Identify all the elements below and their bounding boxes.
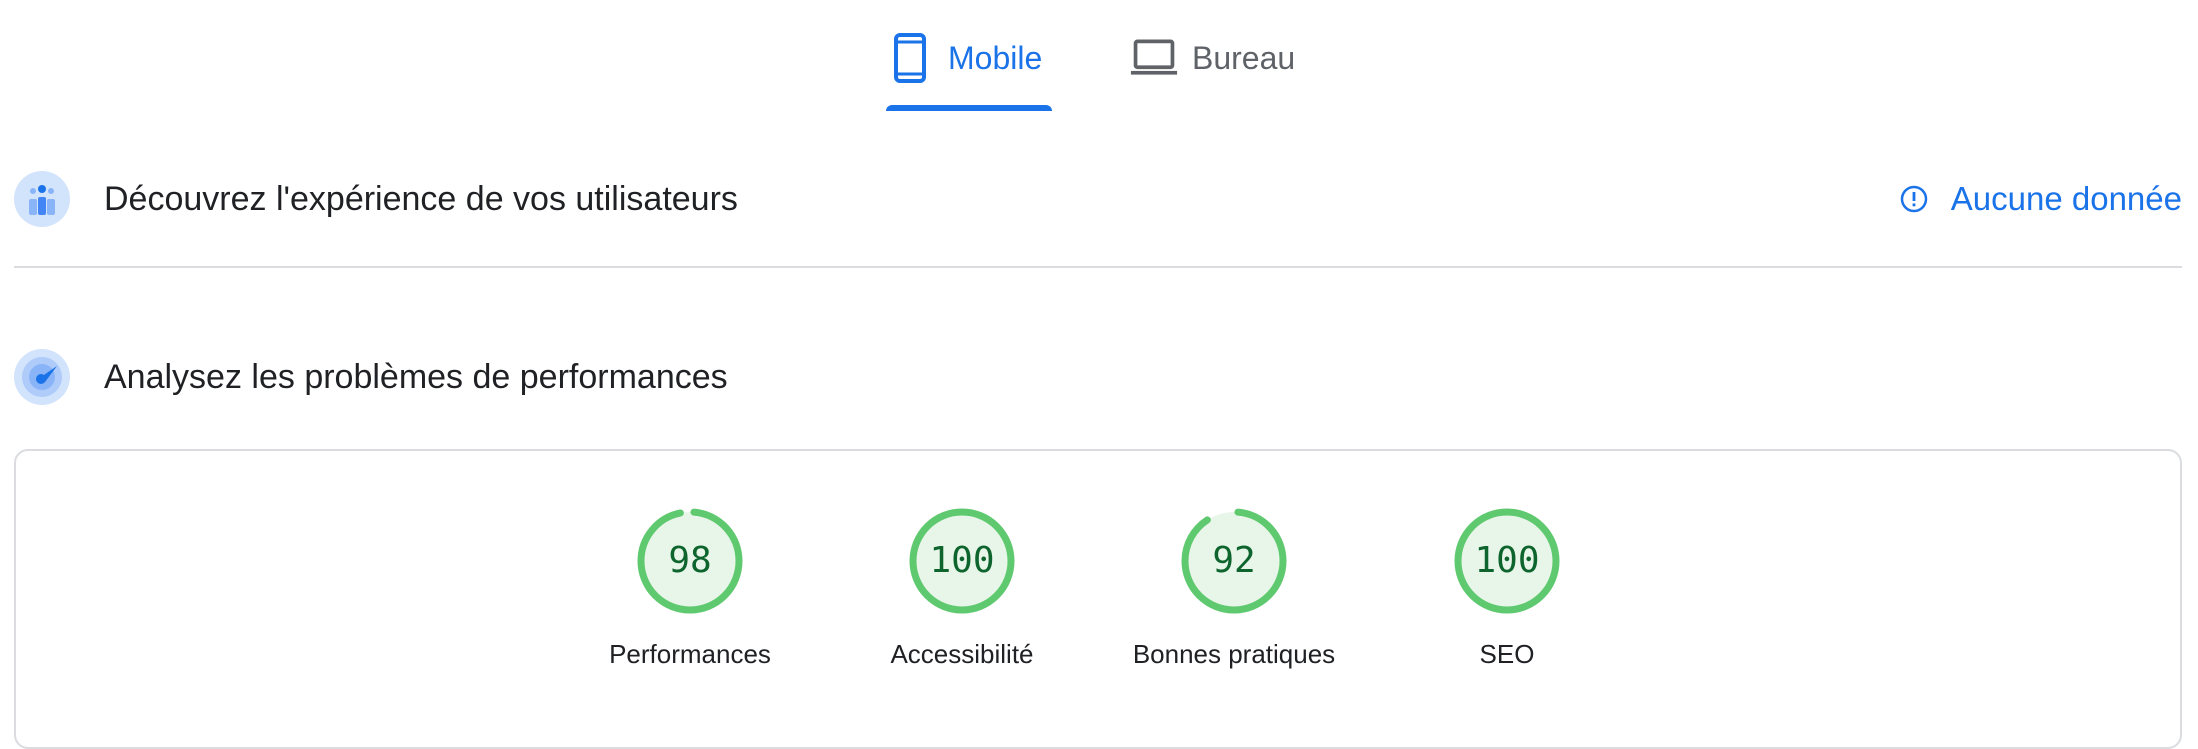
tab-desktop[interactable]: Bureau	[1130, 0, 1320, 112]
no-data-link[interactable]: Aucune donnée	[1899, 169, 2182, 229]
gauge-best-practices[interactable]: 92 Bonnes pratiques	[1124, 505, 1344, 670]
score-ring: 92	[1181, 508, 1287, 614]
laptop-icon	[1130, 32, 1178, 84]
users-chart-icon	[14, 171, 70, 227]
score-ring: 100	[1454, 508, 1560, 614]
section-divider	[14, 266, 2182, 268]
score-label: SEO	[1479, 639, 1535, 669]
no-data-label: Aucune donnée	[1950, 180, 2182, 217]
field-data-title: Découvrez l'expérience de vos utilisateu…	[104, 179, 738, 218]
tab-mobile-label: Mobile	[948, 39, 1043, 76]
speed-gauge-icon	[14, 349, 70, 405]
score-ring: 98	[637, 508, 743, 614]
score-value: 100	[929, 540, 994, 581]
gauge-seo[interactable]: 100 SEO	[1397, 505, 1617, 670]
score-ring: 100	[909, 508, 1015, 614]
device-tabs: Mobile Bureau	[0, 0, 2198, 112]
score-value: 100	[1474, 540, 1539, 581]
scores-card	[14, 449, 2182, 749]
score-label: Accessibilité	[890, 639, 1034, 669]
tab-desktop-label: Bureau	[1192, 39, 1296, 76]
smartphone-icon	[886, 32, 934, 84]
score-value: 92	[1212, 540, 1255, 581]
gauge-performance[interactable]: 98 Performances	[580, 505, 800, 670]
score-label: Performances	[609, 639, 771, 669]
lab-data-header: Analysez les problèmes de performances	[14, 347, 2182, 407]
score-label: Bonnes pratiques	[1132, 639, 1336, 669]
active-tab-indicator	[886, 105, 1052, 111]
tab-mobile[interactable]: Mobile	[886, 0, 1056, 112]
gauge-accessibility[interactable]: 100 Accessibilité	[852, 505, 1072, 670]
info-icon	[1900, 185, 1928, 213]
lab-data-title: Analysez les problèmes de performances	[104, 357, 728, 396]
field-data-header: Découvrez l'expérience de vos utilisateu…	[14, 169, 2182, 229]
score-value: 98	[668, 540, 711, 581]
